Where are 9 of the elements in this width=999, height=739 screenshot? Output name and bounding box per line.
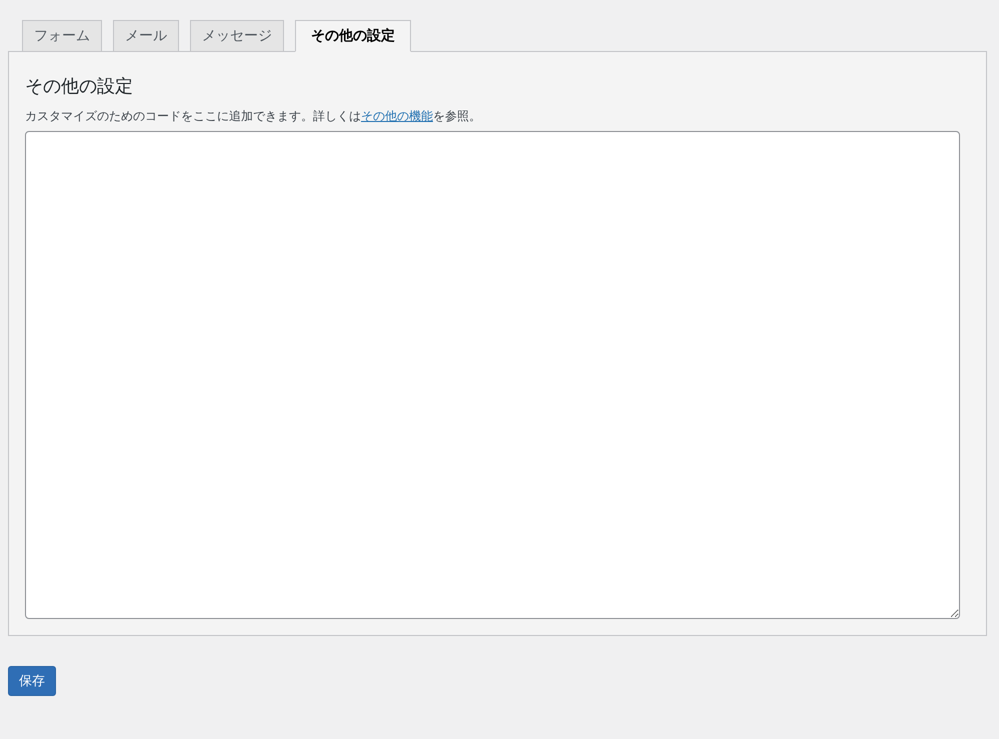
save-button[interactable]: 保存 [8, 666, 56, 696]
tab[interactable]: メッセージ [190, 20, 284, 52]
section-heading: その他の設定 [25, 75, 134, 98]
description-text: カスタマイズのためのコードをここに追加できます。詳しくはその他の機能を参照。 [25, 108, 482, 125]
code-field[interactable] [25, 131, 960, 619]
tab[interactable]: その他の設定 [295, 20, 411, 52]
tab[interactable]: フォーム [22, 20, 102, 52]
tab[interactable]: メール [113, 20, 179, 52]
feature-link[interactable]: その他の機能 [361, 109, 433, 123]
